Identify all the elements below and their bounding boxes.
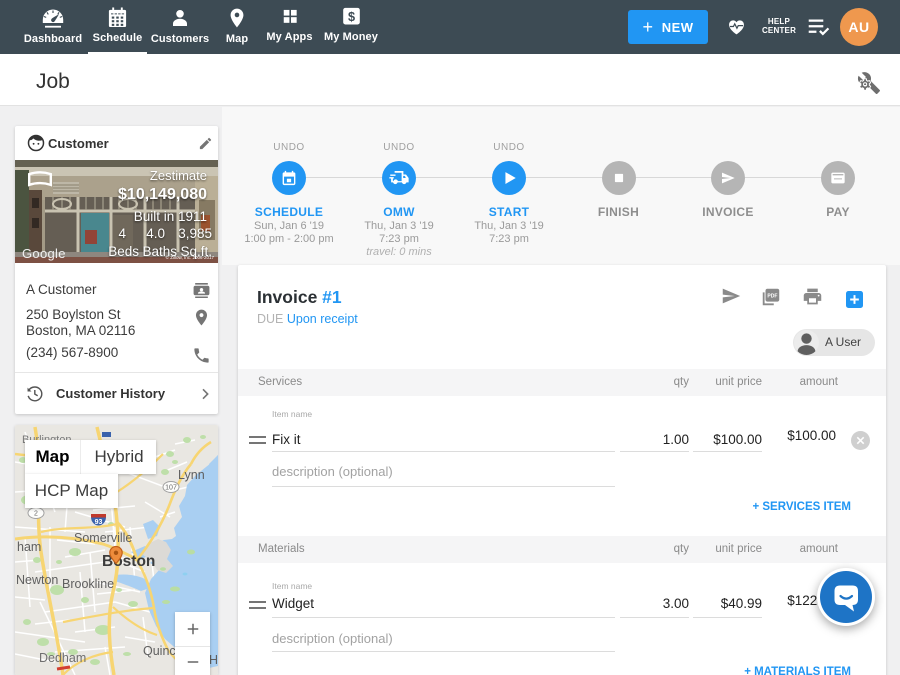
svg-text:93: 93 (95, 519, 103, 526)
svg-text:$: $ (347, 10, 354, 24)
svg-text:Lynn: Lynn (178, 468, 205, 482)
svg-text:Dedham: Dedham (39, 651, 86, 665)
svg-text:Somerville: Somerville (74, 531, 132, 545)
svg-text:Newton: Newton (16, 573, 58, 587)
svg-text:Hi: Hi (209, 653, 218, 667)
svg-text:2: 2 (34, 511, 38, 518)
svg-text:PDF: PDF (767, 293, 777, 299)
svg-text:Brookline: Brookline (62, 577, 114, 591)
svg-text:107: 107 (165, 485, 177, 492)
svg-text:ham: ham (17, 540, 41, 554)
